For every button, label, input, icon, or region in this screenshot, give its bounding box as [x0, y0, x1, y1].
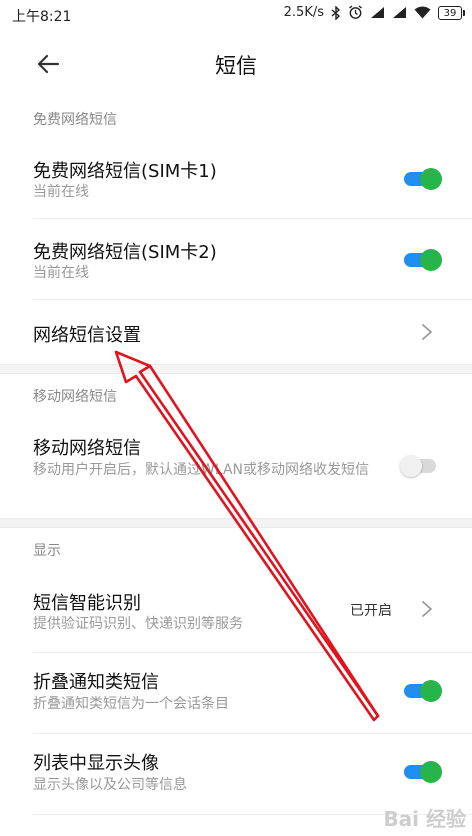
row-subtitle: 当前在线 — [33, 265, 89, 281]
row-subtitle: 显示头像以及公司等信息 — [33, 777, 187, 793]
status-time: 上午8:21 — [12, 9, 72, 25]
row-subtitle: 移动用户开启后，默认通过WLAN或移动网络收发短信 — [33, 462, 370, 478]
chevron-right-icon — [422, 601, 432, 617]
row-title: 网络短信设置 — [33, 325, 141, 346]
row-network-sms-settings[interactable]: 网络短信设置 — [0, 300, 472, 364]
row-title: 列表中显示头像 — [33, 753, 159, 774]
chevron-right-icon — [422, 324, 432, 340]
row-title: 移动网络短信 — [33, 438, 141, 459]
toggle-fold-notification-sms[interactable] — [404, 680, 442, 702]
row-title: 折叠通知类短信 — [33, 672, 159, 693]
toggle-mobile-network-sms[interactable] — [400, 455, 436, 477]
row-smart-sms-recognition[interactable]: 短信智能识别 提供验证码识别、快递识别等服务 已开启 — [0, 570, 472, 652]
toggle-free-sms-sim2[interactable] — [404, 249, 442, 271]
bluetooth-icon — [331, 5, 341, 20]
toggle-knob — [420, 249, 442, 271]
page-title: 短信 — [215, 54, 257, 78]
row-free-sms-sim2[interactable]: 免费网络短信(SIM卡2) 当前在线 — [0, 219, 472, 299]
section-header-mobile-network-sms: 移动网络短信 — [33, 389, 117, 405]
row-subtitle: 折叠通知类短信为一个会话条目 — [33, 696, 229, 712]
alarm-icon — [349, 5, 362, 19]
status-bar: 上午8:21 2.5K/s 39 — [0, 0, 472, 30]
section-header-free-network-sms: 免费网络短信 — [33, 112, 117, 128]
signal-icon — [393, 7, 406, 18]
row-subtitle: 提供验证码识别、快递识别等服务 — [33, 616, 243, 632]
toggle-knob — [420, 680, 442, 702]
toggle-knob — [420, 761, 442, 783]
battery-icon: 39 — [438, 5, 465, 20]
row-subtitle: 当前在线 — [33, 184, 89, 200]
watermark-logo: Bai 经验 — [383, 807, 466, 831]
row-free-sms-sim1[interactable]: 免费网络短信(SIM卡1) 当前在线 — [0, 138, 472, 218]
toggle-knob — [400, 455, 422, 477]
row-fold-notification-sms[interactable]: 折叠通知类短信 折叠通知类短信为一个会话条目 — [0, 653, 472, 733]
signal-icon — [371, 7, 384, 18]
toggle-show-avatar[interactable] — [404, 761, 442, 783]
status-value: 已开启 — [350, 603, 392, 619]
section-separator — [0, 518, 472, 528]
section-separator — [0, 364, 472, 374]
app-header: 短信 — [0, 30, 472, 98]
network-speed: 2.5K/s — [283, 5, 324, 20]
toggle-knob — [420, 168, 442, 190]
section-header-display: 显示 — [33, 543, 61, 559]
toggle-free-sms-sim1[interactable] — [404, 168, 442, 190]
status-icons: 2.5K/s 39 — [283, 5, 465, 20]
row-show-avatar[interactable]: 列表中显示头像 显示头像以及公司等信息 — [0, 734, 472, 814]
sms-settings-screen: 上午8:21 2.5K/s 39 短信 免费网络短信 免费网络短信(SIM卡1)… — [0, 0, 472, 836]
wifi-icon — [414, 6, 431, 19]
row-mobile-network-sms[interactable]: 移动网络短信 移动用户开启后，默认通过WLAN或移动网络收发短信 — [0, 414, 472, 514]
